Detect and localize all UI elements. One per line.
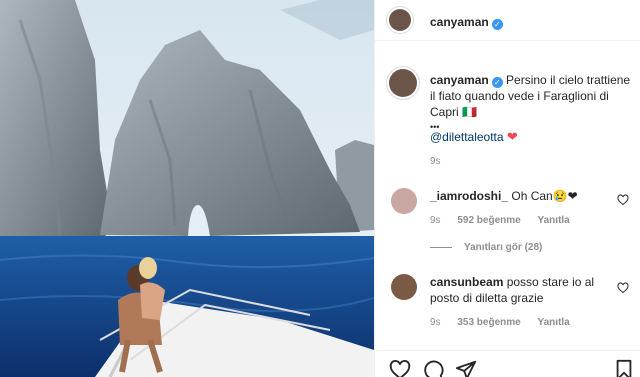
verified-icon: ✓ — [491, 77, 503, 88]
author-avatar[interactable] — [389, 9, 411, 31]
comment-text: Oh Can😢❤ — [511, 189, 578, 203]
send-icon[interactable] — [455, 359, 477, 377]
action-bar — [375, 350, 640, 377]
caption-mention-row: @dilettaleotta ❤ — [430, 129, 518, 145]
comment-username[interactable]: _iamrodoshi_ — [430, 189, 508, 203]
comment-likes[interactable]: 353 beğenme — [457, 317, 520, 328]
replies-divider — [430, 246, 452, 248]
post-panel: canyaman ✓ canyaman ✓ Persino il cielo tra… — [374, 0, 640, 377]
comment-item: cansunbeam posso stare io al posto di di… — [375, 272, 640, 334]
caption-avatar[interactable] — [389, 69, 417, 97]
verified-icon: ✓ — [491, 19, 503, 30]
comment-meta: 9s 353 beğenme Yanıtla — [430, 317, 584, 328]
comment-username[interactable]: cansunbeam — [430, 275, 503, 289]
caption: canyaman ✓ Persino il cielo trattiene il … — [375, 42, 640, 167]
reply-button[interactable]: Yanıtla — [538, 215, 570, 226]
faraglioni-photo — [0, 0, 374, 377]
post-header: canyaman ✓ — [375, 0, 640, 41]
comment-meta: 9s 592 beğenme Yanıtla — [430, 215, 584, 226]
comment-likes[interactable]: 592 beğenme — [457, 215, 520, 226]
mention-link[interactable]: @dilettaleotta — [430, 130, 504, 144]
comment-like-icon[interactable] — [617, 282, 629, 294]
comment-time[interactable]: 9s — [430, 317, 441, 328]
comment-icon[interactable] — [422, 359, 444, 377]
post-photo[interactable] — [0, 0, 374, 377]
heart-emoji: ❤ — [506, 129, 518, 144]
comment-avatar[interactable] — [391, 274, 417, 300]
comment-time[interactable]: 9s — [430, 215, 441, 226]
reply-button[interactable]: Yanıtla — [538, 317, 570, 328]
heart-outline-icon[interactable] — [389, 359, 411, 377]
comments-area[interactable]: canyaman ✓ Persino il cielo trattiene il … — [375, 42, 640, 334]
caption-time[interactable]: 9s — [430, 156, 441, 167]
caption-meta: 9s — [430, 156, 455, 167]
comment-avatar[interactable] — [391, 188, 417, 214]
view-replies[interactable]: Yanıtları gör (28) — [430, 242, 542, 253]
comment-item: _iamrodoshi_ Oh Can😢❤ 9s 592 beğenme Yan… — [375, 182, 640, 262]
caption-username[interactable]: canyaman — [430, 73, 489, 87]
bookmark-icon[interactable] — [613, 359, 635, 377]
comment-like-icon[interactable] — [617, 194, 629, 206]
author-username[interactable]: canyaman — [430, 15, 489, 29]
view-replies-label: Yanıtları gör (28) — [464, 242, 543, 253]
